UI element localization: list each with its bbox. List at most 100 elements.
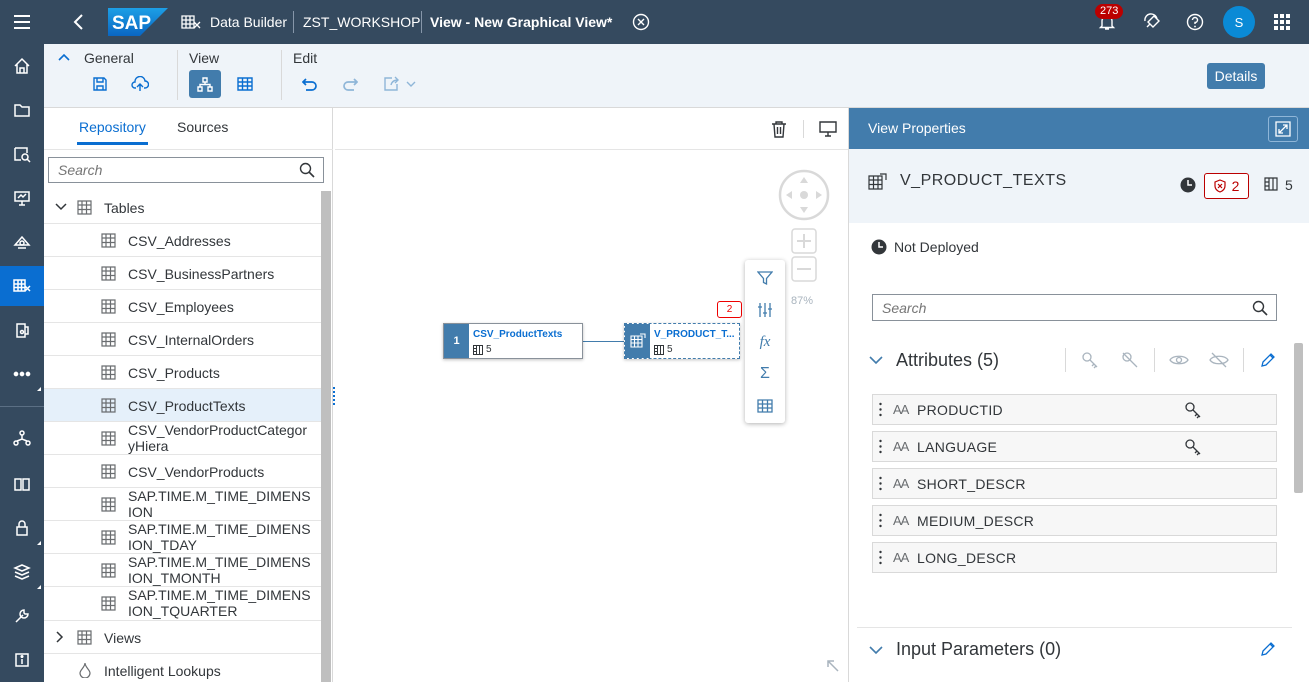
app-title[interactable]: Data Builder	[210, 0, 287, 44]
tree-item-table[interactable]: SAP.TIME.M_TIME_DIMENS ION	[44, 488, 321, 521]
save-button[interactable]	[84, 70, 116, 98]
tab-repository[interactable]: Repository	[79, 108, 146, 146]
attribute-row[interactable]: AA MEDIUM_DESCR	[872, 505, 1277, 536]
edit-attributes-icon[interactable]	[1260, 352, 1276, 368]
nav-catalog-icon[interactable]	[0, 464, 44, 504]
tree-group-tables[interactable]: Tables	[44, 191, 321, 224]
tree-item-table[interactable]: SAP.TIME.M_TIME_DIMENS ION_TDAY	[44, 521, 321, 554]
filter-icon[interactable]	[753, 266, 777, 290]
collapse-attributes-icon[interactable]	[869, 355, 883, 365]
nav-data-warehouse-icon[interactable]	[0, 222, 44, 262]
string-type-icon: AA	[893, 550, 909, 565]
repository-search-input[interactable]	[49, 158, 279, 182]
nav-presentation-icon[interactable]	[0, 178, 44, 218]
nav-folder-icon[interactable]	[0, 90, 44, 130]
edit-input-params-icon[interactable]	[1260, 641, 1276, 657]
delete-icon[interactable]	[771, 120, 787, 138]
drag-handle-icon[interactable]	[879, 476, 882, 491]
error-status-button[interactable]: 2	[1204, 173, 1249, 199]
calculated-column-icon[interactable]: fx	[753, 330, 777, 354]
remove-key-icon[interactable]	[1121, 351, 1139, 369]
drag-handle-icon[interactable]	[879, 550, 882, 565]
attribute-row[interactable]: AA PRODUCTID	[872, 394, 1277, 425]
tree-item-table[interactable]: CSV_BusinessPartners	[44, 257, 321, 290]
tree-item-table[interactable]: CSV_Employees	[44, 290, 321, 323]
nav-transport-icon[interactable]	[0, 552, 44, 592]
user-avatar[interactable]: S	[1223, 6, 1255, 38]
tree-item-table[interactable]: CSV_InternalOrders	[44, 323, 321, 356]
data-preview-button[interactable]	[229, 70, 261, 98]
nav-info-icon[interactable]	[0, 640, 44, 680]
repository-scrollbar[interactable]	[321, 191, 331, 682]
drag-handle-icon[interactable]	[879, 439, 882, 454]
feedback-icon[interactable]	[1142, 0, 1162, 44]
zoom-in-icon[interactable]	[791, 228, 817, 254]
space-name[interactable]: ZST_WORKSHOP	[303, 0, 420, 44]
fit-screen-icon[interactable]	[819, 121, 837, 137]
rename-columns-icon[interactable]	[753, 394, 777, 418]
tree-item-table[interactable]: CSV_ProductTexts	[44, 389, 321, 422]
search-icon[interactable]	[1252, 300, 1268, 316]
close-tab-icon[interactable]	[632, 0, 650, 44]
product-switch-icon[interactable]	[1274, 0, 1290, 44]
editor-tab-title[interactable]: View - New Graphical View *	[430, 0, 612, 44]
set-key-icon[interactable]	[1081, 351, 1099, 369]
attributes-search[interactable]	[872, 294, 1277, 321]
expand-corner-icon[interactable]	[827, 660, 839, 672]
nav-data-access-icon[interactable]	[0, 134, 44, 174]
nav-connections-icon[interactable]	[0, 418, 44, 458]
tree-item-table[interactable]: SAP.TIME.M_TIME_DIMENS ION_TQUARTER	[44, 587, 321, 621]
chevron-down-icon[interactable]	[55, 203, 67, 211]
output-node[interactable]: V_PRODUCT_T... 5	[624, 323, 740, 359]
nav-business-builder-icon[interactable]	[0, 310, 44, 350]
nav-data-builder-icon[interactable]	[0, 266, 44, 306]
collapse-toolbar-icon[interactable]	[58, 53, 70, 61]
tree-item-table[interactable]: CSV_Products	[44, 356, 321, 389]
tree-item-table[interactable]: CSV_VendorProducts	[44, 455, 321, 488]
editor-toolbar: General View Edit Details	[44, 44, 1309, 108]
nav-more-icon[interactable]	[0, 354, 44, 394]
zoom-out-icon[interactable]	[791, 256, 817, 282]
details-button[interactable]: Details	[1207, 63, 1265, 89]
diagram-view-button[interactable]	[189, 70, 221, 98]
aggregation-icon[interactable]: Σ	[753, 362, 777, 386]
export-menu-button[interactable]	[378, 70, 422, 98]
drag-handle-icon[interactable]	[879, 513, 882, 528]
projection-icon[interactable]	[753, 298, 777, 322]
help-icon[interactable]	[1186, 0, 1204, 44]
nav-security-icon[interactable]	[0, 508, 44, 548]
node-error-badge[interactable]: 2	[717, 301, 742, 318]
redo-button[interactable]	[334, 70, 366, 98]
attribute-row[interactable]: AA LANGUAGE	[872, 431, 1277, 462]
source-node[interactable]: 1 CSV_ProductTexts 5	[443, 323, 583, 359]
diagram-canvas[interactable]: 87% 1 CSV_ProductTexts 5 V_PRODUCT_T... …	[335, 108, 848, 682]
collapse-input-params-icon[interactable]	[869, 645, 883, 655]
repository-search[interactable]	[48, 157, 324, 183]
sap-logo[interactable]: SAP	[108, 8, 168, 36]
undo-button[interactable]	[294, 70, 326, 98]
menu-icon[interactable]	[0, 2, 44, 42]
hide-column-icon[interactable]	[1209, 351, 1229, 369]
properties-scrollbar[interactable]	[1294, 343, 1303, 493]
drag-handle-icon[interactable]	[879, 402, 882, 417]
tree-item-table[interactable]: CSV_VendorProductCategor yHiera	[44, 422, 321, 455]
back-icon[interactable]	[72, 0, 84, 44]
attributes-search-input[interactable]	[873, 295, 1233, 320]
attribute-row[interactable]: AA LONG_DESCR	[872, 542, 1277, 573]
tree-item-table[interactable]: CSV_Addresses	[44, 224, 321, 257]
tree-group-intelligent-lookups[interactable]: Intelligent Lookups	[44, 654, 321, 682]
pan-control-icon[interactable]	[778, 169, 830, 221]
deploy-button[interactable]	[124, 70, 156, 98]
tree-group-views[interactable]: Views	[44, 621, 321, 654]
attribute-row[interactable]: AA SHORT_DESCR	[872, 468, 1277, 499]
tree-item-table[interactable]: SAP.TIME.M_TIME_DIMENS ION_TMONTH	[44, 554, 321, 587]
tab-sources[interactable]: Sources	[177, 108, 228, 146]
maximize-panel-icon[interactable]	[1268, 116, 1298, 142]
shell-bar: SAP Data Builder ZST_WORKSHOP View - New…	[44, 0, 1309, 44]
chevron-right-icon[interactable]	[56, 631, 64, 643]
nav-home-icon[interactable]	[0, 46, 44, 86]
lookup-icon	[79, 662, 91, 678]
nav-tools-icon[interactable]	[0, 596, 44, 636]
search-icon[interactable]	[299, 162, 315, 178]
show-column-icon[interactable]	[1169, 353, 1189, 367]
